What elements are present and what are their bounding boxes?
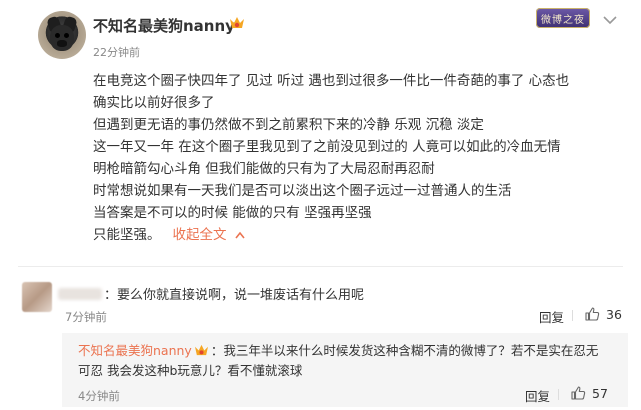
- post-line: 当答案是不可以的时候 能做的只有 坚强再坚强: [93, 205, 372, 221]
- divider: [572, 310, 573, 321]
- vip-icon: [194, 344, 208, 356]
- reply-time: 4分钟前: [78, 389, 120, 403]
- commenter-name-blurred: [58, 288, 102, 300]
- post-last-line: 只能坚强。: [93, 227, 161, 243]
- reply-reply-button[interactable]: 回复: [525, 386, 550, 405]
- post-body: 在电竞这个圈子快四年了 见过 听过 遇也到过很多一件比一件奇葩的事了 心态也 确…: [93, 70, 623, 246]
- post-line: 明枪暗箭勾心斗角 但我们能做的只有为了大局忍耐再忍耐: [93, 161, 435, 177]
- vip-icon: [230, 17, 244, 28]
- post-line: 时常想说如果有一天我们是否可以淡出这个圈子远过一过普通人的生活: [93, 183, 512, 199]
- fan-badge[interactable]: 微博之夜: [536, 8, 590, 28]
- author-name[interactable]: 不知名最美狗nanny: [93, 15, 235, 36]
- reply-author-name[interactable]: 不知名最美狗nanny: [78, 343, 192, 358]
- comment-time: 7分钟前: [65, 310, 107, 324]
- divider: [558, 389, 559, 400]
- divider: [18, 266, 623, 267]
- thumbs-up-icon[interactable]: [570, 385, 586, 401]
- author-avatar[interactable]: [38, 11, 86, 59]
- reply-like-count: 57: [592, 386, 608, 401]
- chevron-up-icon[interactable]: [234, 231, 245, 239]
- commenter-avatar[interactable]: [22, 282, 52, 312]
- collapse-full-text-link[interactable]: 收起全文: [173, 227, 227, 243]
- reply-text-line2: 可忍 我会发这种b玩意儿？看不懂就滚球: [78, 363, 303, 378]
- comment-reply-button[interactable]: 回复: [539, 307, 564, 326]
- post-line: 但遇到更无语的事仍然做不到之前累积下来的冷静 乐观 沉稳 淡定: [93, 117, 484, 133]
- post-last-line-row: 只能坚强。 收起全文: [93, 224, 623, 246]
- author-reply: 不知名最美狗nanny ：我三年半以来什么时候发货这种含糊不清的微博了？若不是实在…: [78, 341, 618, 381]
- comment-like-count: 36: [606, 307, 622, 322]
- reply-text-line1: ：我三年半以来什么时候发货这种含糊不清的微博了？若不是实在忍无: [210, 343, 599, 358]
- post-line: 这一年又一年 在这个圈子里我见到了之前没见到过的 人竟可以如此的冷血无情: [93, 139, 561, 155]
- thumbs-up-icon[interactable]: [584, 306, 600, 322]
- post-line: 确实比以前好很多了: [93, 95, 215, 111]
- post-time: 22分钟前: [93, 46, 140, 59]
- post-line: 在电竞这个圈子快四年了 见过 听过 遇也到过很多一件比一件奇葩的事了 心态也: [93, 73, 570, 89]
- comment-text: ：要么你就直接说啊，说一堆废话有什么用呢: [104, 288, 365, 303]
- chevron-down-icon[interactable]: [602, 14, 618, 26]
